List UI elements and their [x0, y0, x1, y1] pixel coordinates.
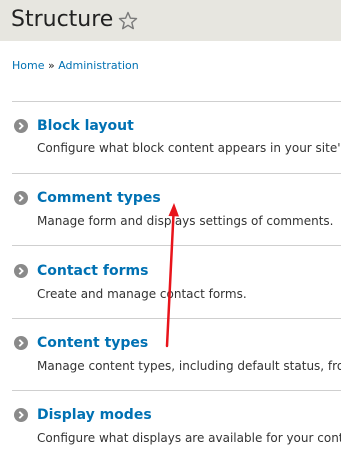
star-outline-icon[interactable] — [118, 11, 138, 31]
breadcrumb-administration[interactable]: Administration — [58, 59, 139, 72]
comment-types-link[interactable]: Comment types — [37, 189, 161, 207]
content-types-link[interactable]: Content types — [37, 334, 148, 352]
chevron-circle-icon — [14, 264, 28, 278]
list-item-comment-types: Comment types Manage form and displays s… — [0, 174, 341, 234]
display-modes-link[interactable]: Display modes — [37, 406, 152, 424]
page-title: Structure — [11, 7, 114, 32]
list-item-description: Manage form and displays settings of com… — [37, 214, 334, 228]
breadcrumb-home[interactable]: Home — [12, 59, 44, 72]
list-item-display-modes: Display modes Configure what displays ar… — [0, 391, 341, 451]
chevron-circle-icon — [14, 408, 28, 422]
list-item-description: Create and manage contact forms. — [37, 287, 247, 301]
breadcrumb: Home » Administration — [12, 59, 139, 73]
list-item-contact-forms: Contact forms Create and manage contact … — [0, 246, 341, 306]
list-item-content-types: Content types Manage content types, incl… — [0, 319, 341, 379]
breadcrumb-separator: » — [47, 59, 55, 72]
list-item-description: Manage content types, including default … — [37, 359, 341, 373]
chevron-circle-icon — [14, 191, 28, 205]
chevron-circle-icon — [14, 336, 28, 350]
block-layout-link[interactable]: Block layout — [37, 117, 134, 135]
list-item-description: Configure what displays are available fo… — [37, 431, 341, 445]
page-header: Structure — [0, 0, 341, 41]
contact-forms-link[interactable]: Contact forms — [37, 262, 148, 280]
list-item-block-layout: Block layout Configure what block conten… — [0, 102, 341, 162]
list-item-description: Configure what block content appears in … — [37, 141, 341, 155]
chevron-circle-icon — [14, 119, 28, 133]
